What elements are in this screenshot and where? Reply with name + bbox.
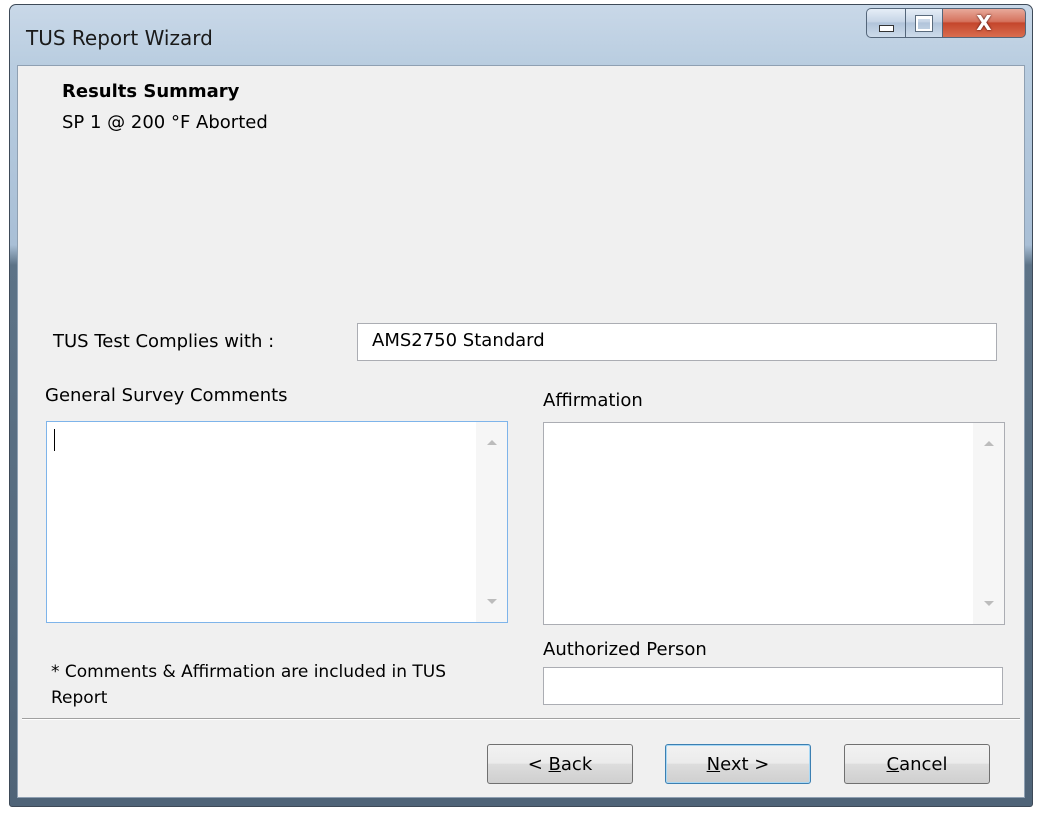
back-button-mnemonic: B: [548, 753, 561, 775]
close-button[interactable]: X: [943, 8, 1026, 38]
results-summary-status: SP 1 @ 200 °F Aborted: [62, 112, 268, 133]
complies-field[interactable]: AMS2750 Standard: [357, 323, 997, 361]
back-button-label: ack: [560, 753, 593, 775]
general-comments-textarea[interactable]: [46, 421, 508, 623]
maximize-icon: [915, 14, 933, 32]
scroll-down-arrow-icon[interactable]: [487, 599, 497, 604]
title-bar[interactable]: TUS Report Wizard X: [10, 5, 1032, 65]
general-comments-label: General Survey Comments: [45, 385, 288, 406]
back-button[interactable]: < Back: [487, 744, 633, 784]
back-button-prefix: <: [527, 753, 549, 775]
scroll-down-arrow-icon[interactable]: [984, 601, 994, 606]
cancel-button-mnemonic: C: [886, 753, 900, 775]
next-button-mnemonic: N: [706, 753, 721, 775]
caption-buttons: X: [866, 8, 1026, 38]
minimize-icon: [878, 24, 894, 32]
close-icon: X: [976, 11, 992, 35]
scroll-up-arrow-icon[interactable]: [487, 440, 497, 445]
complies-label: TUS Test Complies with :: [53, 331, 275, 352]
minimize-button[interactable]: [866, 8, 905, 38]
next-button[interactable]: Next >: [665, 744, 811, 784]
comments-scrollbar[interactable]: [476, 422, 507, 622]
wizard-window: TUS Report Wizard X Results Summary SP 1…: [9, 4, 1033, 807]
cancel-button-label: ancel: [899, 753, 948, 775]
cancel-button[interactable]: Cancel: [844, 744, 990, 784]
affirmation-scrollbar[interactable]: [973, 423, 1004, 624]
window-title: TUS Report Wizard: [26, 26, 213, 50]
authorized-person-label: Authorized Person: [543, 639, 707, 660]
results-summary-heading: Results Summary: [62, 81, 240, 102]
text-caret: [54, 429, 55, 451]
wizard-client-area: Results Summary SP 1 @ 200 °F Aborted TU…: [17, 65, 1025, 798]
maximize-button[interactable]: [905, 8, 943, 38]
button-separator: [22, 718, 1020, 720]
next-button-label: ext >: [720, 753, 770, 775]
authorized-person-field[interactable]: [543, 667, 1003, 705]
affirmation-textarea[interactable]: [543, 422, 1005, 625]
scroll-up-arrow-icon[interactable]: [984, 441, 994, 446]
affirmation-label: Affirmation: [543, 390, 643, 411]
inclusion-note: * Comments & Affirmation are included in…: [51, 662, 447, 708]
